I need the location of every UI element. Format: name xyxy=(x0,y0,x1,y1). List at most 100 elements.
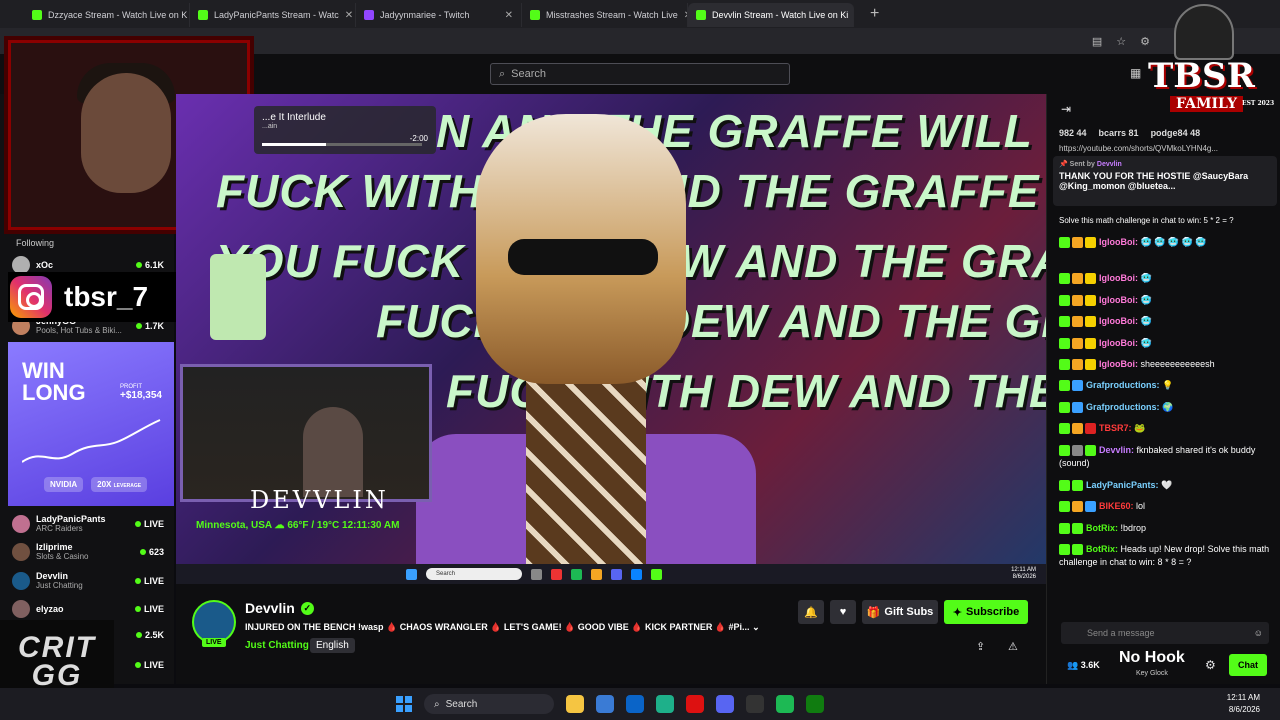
reader-icon[interactable]: ▤ xyxy=(1092,35,1102,48)
browser-tab[interactable]: Dzzyace Stream - Watch Live on K✕ xyxy=(24,3,190,27)
sidebar-item-ladypanicpants[interactable]: LadyPanicPants ARC Raiders LIVE xyxy=(12,514,164,533)
sidebar-item-category: ARC Raiders xyxy=(36,524,83,533)
user-badges xyxy=(1059,501,1096,513)
sidebar-item-category: Pools, Hot Tubs & Biki... xyxy=(36,326,122,335)
viewer-count: 👥 3.6K xyxy=(1067,660,1100,670)
twitch-icon xyxy=(364,10,374,20)
tab-label: LadyPanicPants Stream - Watc xyxy=(214,10,339,20)
app-icon xyxy=(591,568,602,580)
live-indicator: LIVE xyxy=(134,576,164,586)
language-tag[interactable]: English xyxy=(310,638,355,653)
pinned-text: THANK YOU FOR THE HOSTIE @SaucyBara @Kin… xyxy=(1059,171,1249,191)
chat-input[interactable]: Send a message ☺ xyxy=(1061,622,1269,644)
send-chat-button[interactable]: Chat xyxy=(1229,654,1267,676)
inner-clock: 12:11 AM 8/6/2026 xyxy=(1011,567,1036,580)
outlook-icon[interactable] xyxy=(626,695,644,713)
edge-icon[interactable] xyxy=(656,695,674,713)
system-clock[interactable]: 12:11 AM 8/6/2026 xyxy=(1227,692,1260,716)
search-input[interactable]: ⌕ Search xyxy=(490,63,790,85)
sidebar-item-devvlin[interactable]: Devvlin Just Chatting LIVE xyxy=(12,571,164,590)
user-badges xyxy=(1059,338,1096,350)
new-tab-button[interactable]: + xyxy=(870,5,879,23)
chat-message: Devvlin: fknbaked shared it's ok buddy (… xyxy=(1059,445,1256,468)
report-icon[interactable]: ⚠ xyxy=(1008,640,1018,653)
browser-tab[interactable]: Jadyynmariee - Twitch ✕ xyxy=(356,3,522,27)
stream-title[interactable]: INJURED ON THE BENCH !wasp 🩸 CHAOS WRANG… xyxy=(245,622,760,633)
windows-start-icon[interactable] xyxy=(396,696,412,712)
music-artist: ...ain xyxy=(262,123,278,130)
browser-tab[interactable]: LadyPanicPants Stream - Watc ✕ xyxy=(190,3,356,27)
user-badges xyxy=(1059,423,1096,435)
channel-name[interactable]: Devvlin ✓ xyxy=(245,600,314,616)
taskbar-search[interactable]: ⌕ Search xyxy=(424,694,554,714)
chat-message: IglooBoi: 🥶 xyxy=(1059,337,1273,350)
spotify-icon[interactable] xyxy=(776,695,794,713)
file-explorer-icon[interactable] xyxy=(566,695,584,713)
avatar xyxy=(12,514,30,533)
inner-taskbar: Search 12:11 AM 8/6/2026 xyxy=(176,564,1046,584)
tab-label: Jadyynmariee - Twitch xyxy=(380,10,470,20)
discord-icon[interactable] xyxy=(716,695,734,713)
chat-message: Grafproductions: 🌍 xyxy=(1059,401,1273,414)
obs-icon[interactable] xyxy=(746,695,764,713)
sidebar-item-elyzao[interactable]: elyzao LIVE xyxy=(12,600,164,618)
notification-bell-button[interactable]: 🔔 xyxy=(798,600,824,624)
streamer-logo: DEVVLIN xyxy=(250,486,389,514)
xbox-icon[interactable] xyxy=(806,695,824,713)
tab-label: Dzzyace Stream - Watch Live on K xyxy=(48,10,188,20)
close-icon[interactable]: ✕ xyxy=(345,10,353,21)
location-overlay: Minnesota, USA ☁ 66°F / 19°C 12:11:30 AM xyxy=(196,520,400,531)
app-icon xyxy=(651,568,662,580)
share-icon[interactable]: ⇪ xyxy=(976,640,985,653)
music-widget: ...e It Interlude ...ain -2:00 xyxy=(254,106,436,154)
gift-subs-button[interactable]: 🎁 Gift Subs xyxy=(862,600,938,624)
chat-message: Grafproductions: 💡 xyxy=(1059,379,1273,392)
chevron-down-icon[interactable]: ⌄ xyxy=(752,622,760,632)
video-player[interactable]: N AND THE GRAFFE WILL FIND FUCK WITH DEW… xyxy=(176,94,1046,584)
chat-message: Solve this math challenge in chat to win… xyxy=(1059,216,1234,225)
overlay-tbsr-logo: TBSR FAMILY EST 2023 xyxy=(1130,0,1280,128)
pinned-message: 📌 Sent by Devvlin THANK YOU FOR THE HOST… xyxy=(1053,156,1277,206)
store-icon[interactable] xyxy=(596,695,614,713)
overlay-mug xyxy=(210,254,266,340)
avatar xyxy=(12,600,30,618)
user-badges xyxy=(1059,237,1096,249)
chat-leaderboard: 982 44 bcarrs 81 podge84 48 xyxy=(1059,128,1201,138)
follow-heart-button[interactable]: ♥ xyxy=(830,600,856,624)
viewer-count: 2.5K xyxy=(135,630,164,640)
subscribe-button[interactable]: ✦ Subscribe xyxy=(944,600,1028,624)
chat-input-placeholder: Send a message xyxy=(1087,628,1155,638)
user-badges xyxy=(1059,273,1096,285)
viewer-count: 623 xyxy=(139,547,164,557)
overlay-instagram: tbsr_7 xyxy=(8,272,176,322)
live-badge: LIVE xyxy=(202,638,226,647)
sunglasses xyxy=(508,239,658,275)
ad-chip-leverage: 20X LEVERAGE xyxy=(91,477,148,492)
search-icon: ⌕ xyxy=(434,698,440,710)
bookmark-icon[interactable]: ☆ xyxy=(1116,35,1126,48)
pinned-sender: 📌 Sent by Devvlin xyxy=(1059,161,1122,168)
stream-category[interactable]: Just Chatting xyxy=(245,640,309,651)
chat-link[interactable]: https://youtube.com/shorts/QVMkoLYHN4g..… xyxy=(1059,144,1269,153)
channel-info: LIVE Devvlin ✓ INJURED ON THE BENCH !wasp… xyxy=(176,584,1046,684)
browser-tab-active[interactable]: Devvlin Stream - Watch Live on Ki✕ xyxy=(688,3,854,27)
music-progress xyxy=(262,143,422,146)
sidebar-item-name: Izliprime xyxy=(36,542,73,552)
search-placeholder: Search xyxy=(511,68,547,80)
close-icon[interactable]: ✕ xyxy=(505,10,513,21)
music-time-left: -2:00 xyxy=(409,134,428,143)
collapse-chat-icon[interactable]: ⇥ xyxy=(1061,102,1071,116)
user-badges xyxy=(1059,523,1083,535)
browser-tab[interactable]: Misstrashes Stream - Watch Live✕ xyxy=(522,3,688,27)
kick-icon xyxy=(696,10,706,20)
user-badges xyxy=(1059,402,1083,414)
emoji-icon[interactable]: ☺ xyxy=(1254,628,1263,638)
settings-icon[interactable]: ⚙ xyxy=(1205,658,1216,672)
following-heading: Following xyxy=(16,238,55,248)
instagram-icon xyxy=(10,276,52,318)
app-icon xyxy=(551,568,562,580)
sidebar-item-izliprime[interactable]: Izliprime Slots & Casino 623 xyxy=(12,542,164,561)
opera-icon[interactable] xyxy=(686,695,704,713)
user-badges xyxy=(1059,316,1096,328)
now-playing-overlay: No Hook Key Glock xyxy=(1119,649,1185,678)
